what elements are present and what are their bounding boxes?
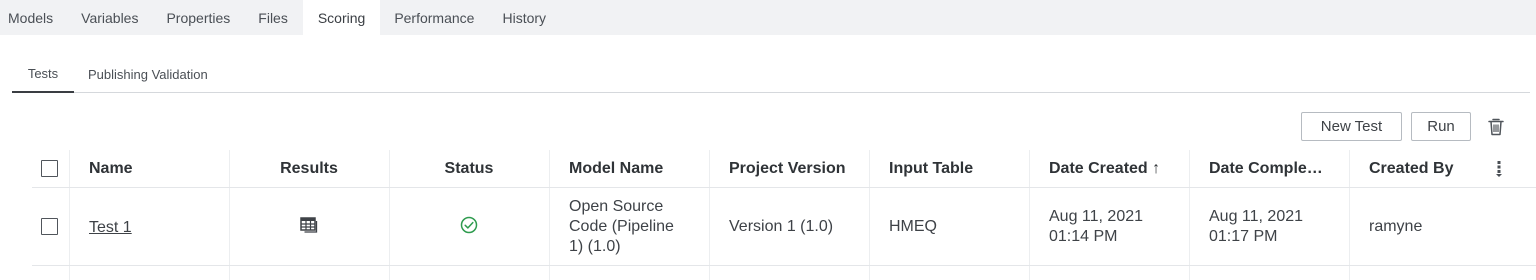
input-table-cell: HMEQ — [889, 217, 937, 235]
date-completed-cell: Aug 11, 2021 01:17 PM — [1209, 207, 1304, 245]
tab-history[interactable]: History — [488, 0, 560, 35]
tab-models[interactable]: Models — [0, 0, 67, 35]
tab-publishing-validation[interactable]: Publishing Validation — [88, 56, 208, 93]
run-button[interactable]: Run — [1411, 112, 1471, 141]
model-name-cell: Open Source Code (Pipeline 1) (1.0) — [569, 197, 674, 255]
column-header-results[interactable]: Results — [229, 150, 389, 187]
check-circle-icon — [389, 188, 549, 265]
tab-variables[interactable]: Variables — [67, 0, 152, 35]
tab-files[interactable]: Files — [244, 0, 303, 35]
column-header-date-created[interactable]: Date Created ↑ — [1049, 150, 1160, 187]
row-checkbox[interactable] — [41, 218, 58, 235]
table-results-icon[interactable] — [229, 188, 389, 265]
column-header-input-table[interactable]: Input Table — [889, 150, 973, 187]
column-header-model-name[interactable]: Model Name — [569, 150, 663, 187]
sub-tab-bar: Tests Publishing Validation — [12, 56, 1530, 93]
table-row[interactable]: Test 1 Open Source Code (Pipeline 1) (1.… — [32, 188, 1536, 265]
table-header-row: Name Results Status Model Name Project V… — [32, 150, 1536, 187]
top-tab-bar: Models Variables Properties Files Scorin… — [0, 0, 1536, 35]
tab-performance[interactable]: Performance — [380, 0, 488, 35]
new-test-button[interactable]: New Test — [1301, 112, 1402, 141]
column-header-project-version[interactable]: Project Version — [729, 150, 846, 187]
column-options-icon[interactable] — [1495, 160, 1503, 178]
tab-properties[interactable]: Properties — [152, 0, 244, 35]
tests-table: Name Results Status Model Name Project V… — [32, 150, 1536, 280]
project-version-cell: Version 1 (1.0) — [729, 217, 834, 235]
trash-icon[interactable] — [1487, 117, 1505, 137]
column-header-status[interactable]: Status — [389, 150, 549, 187]
tab-tests[interactable]: Tests — [12, 56, 74, 93]
column-header-name[interactable]: Name — [89, 150, 133, 187]
select-all-checkbox[interactable] — [41, 160, 58, 177]
column-header-date-completed[interactable]: Date Comple… — [1209, 150, 1323, 187]
test-name-link[interactable]: Test 1 — [89, 219, 132, 237]
column-header-created-by[interactable]: Created By — [1369, 150, 1453, 187]
date-created-cell: Aug 11, 2021 01:14 PM — [1049, 207, 1144, 245]
tab-scoring[interactable]: Scoring — [302, 0, 381, 35]
created-by-cell: ramyne — [1369, 217, 1423, 235]
